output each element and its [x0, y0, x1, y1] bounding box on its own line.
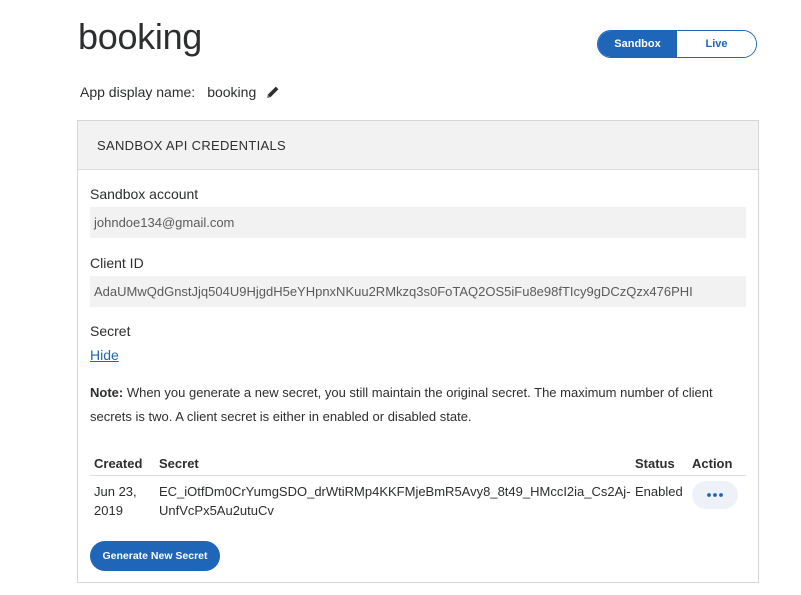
note-text: When you generate a new secret, you stil…	[90, 385, 713, 424]
secret-value: EC_iOtfDm0CrYumgSDO_drWtiRMp4KKFMjeBmR5A…	[159, 484, 631, 518]
page-title: booking	[78, 16, 203, 57]
secret-note: Note: When you generate a new secret, yo…	[90, 381, 740, 429]
col-action-header: Action	[692, 455, 733, 471]
live-toggle-button[interactable]: Live	[677, 31, 756, 57]
client-id-label: Client ID	[90, 255, 144, 271]
display-name-label: App display name:	[80, 84, 196, 100]
table-header-row: Created Secret Status Action	[90, 451, 746, 476]
pencil-icon[interactable]	[266, 85, 280, 99]
credentials-header: SANDBOX API CREDENTIALS	[78, 121, 758, 170]
sandbox-account-label: Sandbox account	[90, 186, 199, 202]
col-status-header: Status	[635, 455, 675, 471]
environment-toggle[interactable]: Sandbox Live	[597, 30, 757, 58]
col-created-header: Created	[94, 455, 143, 471]
hide-secret-link[interactable]: Hide	[90, 347, 119, 363]
display-name-value: booking	[207, 84, 257, 100]
table-row: Jun 23, 2019 EC_iOtfDm0CrYumgSDO_drWtiRM…	[90, 476, 746, 520]
note-bold-label: Note:	[90, 385, 124, 400]
secrets-table: Created Secret Status Action Jun 23, 201…	[90, 451, 746, 520]
more-dots-icon[interactable]	[692, 481, 738, 509]
generate-new-secret-button[interactable]: Generate New Secret	[90, 541, 220, 571]
sandbox-account-value: johndoe134@gmail.com	[90, 207, 746, 238]
secret-created-date: Jun 23, 2019	[94, 484, 137, 518]
credentials-panel: SANDBOX API CREDENTIALS Sandbox account …	[77, 120, 759, 583]
sandbox-toggle-button[interactable]: Sandbox	[598, 31, 677, 57]
app-display-name: App display name: booking	[80, 84, 280, 100]
secret-label: Secret	[90, 323, 131, 339]
client-id-value: AdaUMwQdGnstJjq504U9HjgdH5eYHpnxNKuu2RMk…	[90, 276, 746, 307]
col-secret-header: Secret	[159, 455, 199, 471]
secret-action-cell	[692, 481, 746, 520]
secret-status: Enabled	[635, 484, 683, 499]
